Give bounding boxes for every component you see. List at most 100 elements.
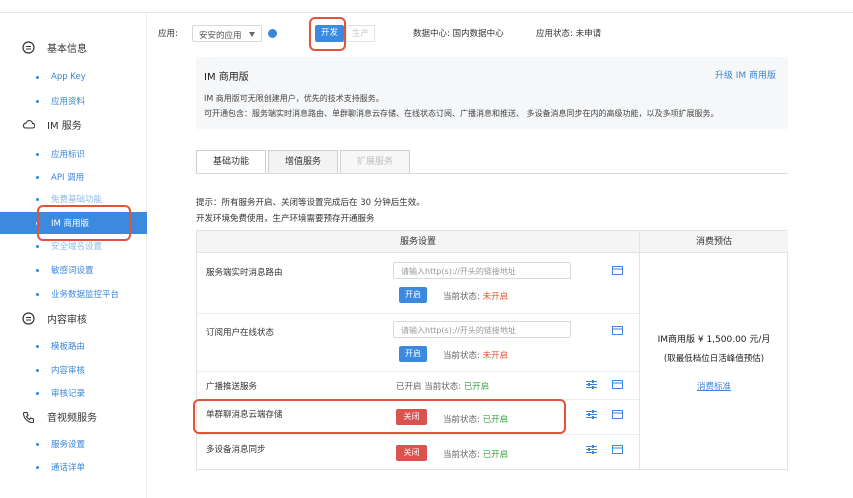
tab-value-added[interactable]: 增值服务 [268,150,339,173]
status-text: 当前状态: 已开启 [443,448,508,460]
sidebar-item-label: 服务设置 [51,440,86,450]
tab-extension[interactable]: 扩展服务 [340,150,411,173]
sidebar-group-content-review[interactable]: 内容审核 [22,311,87,326]
sidebar-item-app-key[interactable]: App Key [0,66,147,88]
bullet-icon [36,99,39,103]
status-value: 已开启 [482,450,509,460]
enable-button[interactable]: 开启 [399,287,427,303]
bullet-icon [36,268,39,272]
disable-button[interactable]: 关闭 [396,445,427,461]
online-status-url-input[interactable]: 请输入http(s)://开头的链接地址 [393,321,571,338]
status-value: 已开启 [463,382,490,392]
tip-line-1: 提示：所有服务开启、关闭等设置完成后在 30 分钟后生效。 [196,198,425,208]
service-table: 服务设置 消费预估 服务端实时消息路由 请输入http(s)://开头的链接地址… [196,230,788,470]
status-label: 当前状态: [443,450,480,460]
price-note: (取最低档位日活峰值预估) [663,354,765,364]
bullet-icon [36,175,39,179]
route-url-input[interactable]: 请输入http(s)://开头的链接地址 [393,262,571,279]
card-icon[interactable] [612,266,623,275]
bullet-icon [36,368,39,372]
chevron-down-icon [249,32,255,37]
bullet-icon [36,292,39,296]
app-select-value: 安安的应用 [199,31,242,41]
bullet-icon [36,465,39,469]
app-label: 应用: [158,29,178,39]
sidebar-item-label: 应用资料 [51,97,86,107]
sidebar-item-label: 应用标识 [51,150,86,160]
sidebar-item-content-review[interactable]: 内容审核 [0,359,147,381]
row-label: 服务端实时消息路由 [206,268,283,278]
info-icon[interactable] [268,29,277,38]
status-text: 已开启 当前状态: 已开启 [396,380,489,392]
sidebar-item-label: 通话详单 [51,463,86,473]
status-text: 当前状态: 未开启 [443,349,508,361]
env-prod-button[interactable]: 生产 [346,25,375,42]
sidebar-item-app-profile[interactable]: 应用资料 [0,90,147,112]
enable-button[interactable]: 开启 [399,346,427,362]
card-icon[interactable] [612,410,623,419]
info-circle-icon [22,41,35,54]
row-label: 广播推送服务 [206,382,258,392]
row-label: 订阅用户在线状态 [206,328,275,338]
status-value: 未开启 [482,351,509,361]
status-value: 未开启 [482,292,509,302]
status-label: 当前状态: [424,382,462,392]
sidebar-item-label: 内容审核 [51,366,86,376]
row-divider [197,313,639,314]
sidebar-group-im-service[interactable]: IM 服务 [22,117,82,132]
settings-sliders-icon[interactable] [586,445,597,454]
price-estimate: IM商用版 ¥ 1,500.00 元/月 [657,335,771,345]
sidebar-item-label: API 调用 [51,173,85,183]
card-icon[interactable] [612,445,623,454]
tab-bar: 基础功能 增值服务 扩展服务 [196,150,412,173]
panel-desc-2: 可开通包含：服务端实时消息路由、单群聊消息云存储、在线状态订阅、广播消息和推送、… [204,109,719,118]
upgrade-link[interactable]: 升级 IM 商用版 [715,68,776,81]
panel-title: IM 商用版 [204,72,249,83]
im-commercial-panel: IM 商用版 升级 IM 商用版 IM 商用版可无限创建用户，优先的技术支持服务… [196,57,788,129]
datacenter-text: 数据中心: 国内数据中心 [413,29,504,39]
sidebar-item-service-settings[interactable]: 服务设置 [0,433,147,455]
pricing-standard-link[interactable]: 消费标准 [639,380,789,392]
settings-sliders-icon[interactable] [586,380,597,389]
bullet-icon [36,344,39,348]
row-label: 多设备消息同步 [206,445,266,455]
status-label: 当前状态: [443,292,480,302]
sidebar-item-label: 安全域名设置 [51,242,103,252]
card-icon[interactable] [612,326,623,335]
cloud-icon [22,120,35,129]
highlight-box-sidebar [37,205,131,241]
sidebar-item-app-identity[interactable]: 应用标识 [0,143,147,165]
bullet-icon [36,152,39,156]
sidebar-group-basic-info[interactable]: 基本信息 [22,40,87,55]
sidebar-item-template-routing[interactable]: 模板路由 [0,335,147,357]
panel-desc-1: IM 商用版可无限创建用户，优先的技术支持服务。 [204,94,384,103]
sidebar-item-sensitive-words[interactable]: 敏感词设置 [0,259,147,281]
status-text: 当前状态: 未开启 [443,290,508,302]
shield-icon [22,312,35,325]
sidebar-group-av-service[interactable]: 音视频服务 [22,409,97,424]
app-select[interactable]: 安安的应用 [192,25,262,42]
card-icon[interactable] [612,380,623,389]
app-status-text: 应用状态: 未申请 [536,29,602,39]
row-divider [197,371,639,372]
sidebar-item-label: 免费基础功能 [51,195,103,205]
highlight-box-row [193,399,566,434]
col-header-cost: 消费预估 [640,231,788,253]
sidebar-item-label: 敏感词设置 [51,266,94,276]
column-divider [639,231,640,470]
bullet-icon [36,442,39,446]
settings-sliders-icon[interactable] [586,410,597,419]
sidebar-group-label: IM 服务 [47,121,82,132]
sidebar-group-label: 内容审核 [47,315,87,326]
tab-basic[interactable]: 基础功能 [196,150,267,173]
col-header-service: 服务设置 [197,231,639,253]
sidebar-item-api-calls[interactable]: API 调用 [0,166,147,188]
sidebar: 基本信息 App Key 应用资料 IM 服务 应用标识 API 调用 免费基础… [0,13,147,498]
already-on-text: 已开启 [396,382,422,392]
sidebar-item-call-details[interactable]: 通话详单 [0,456,147,478]
tip-line-2: 开发环境免费使用，生产环境需要预存开通服务 [196,214,375,224]
sidebar-item-monitoring[interactable]: 业务数据监控平台 [0,283,147,305]
sidebar-item-label: 审核记录 [51,389,86,399]
sidebar-item-review-log[interactable]: 审核记录 [0,382,147,404]
phone-icon [22,411,35,423]
